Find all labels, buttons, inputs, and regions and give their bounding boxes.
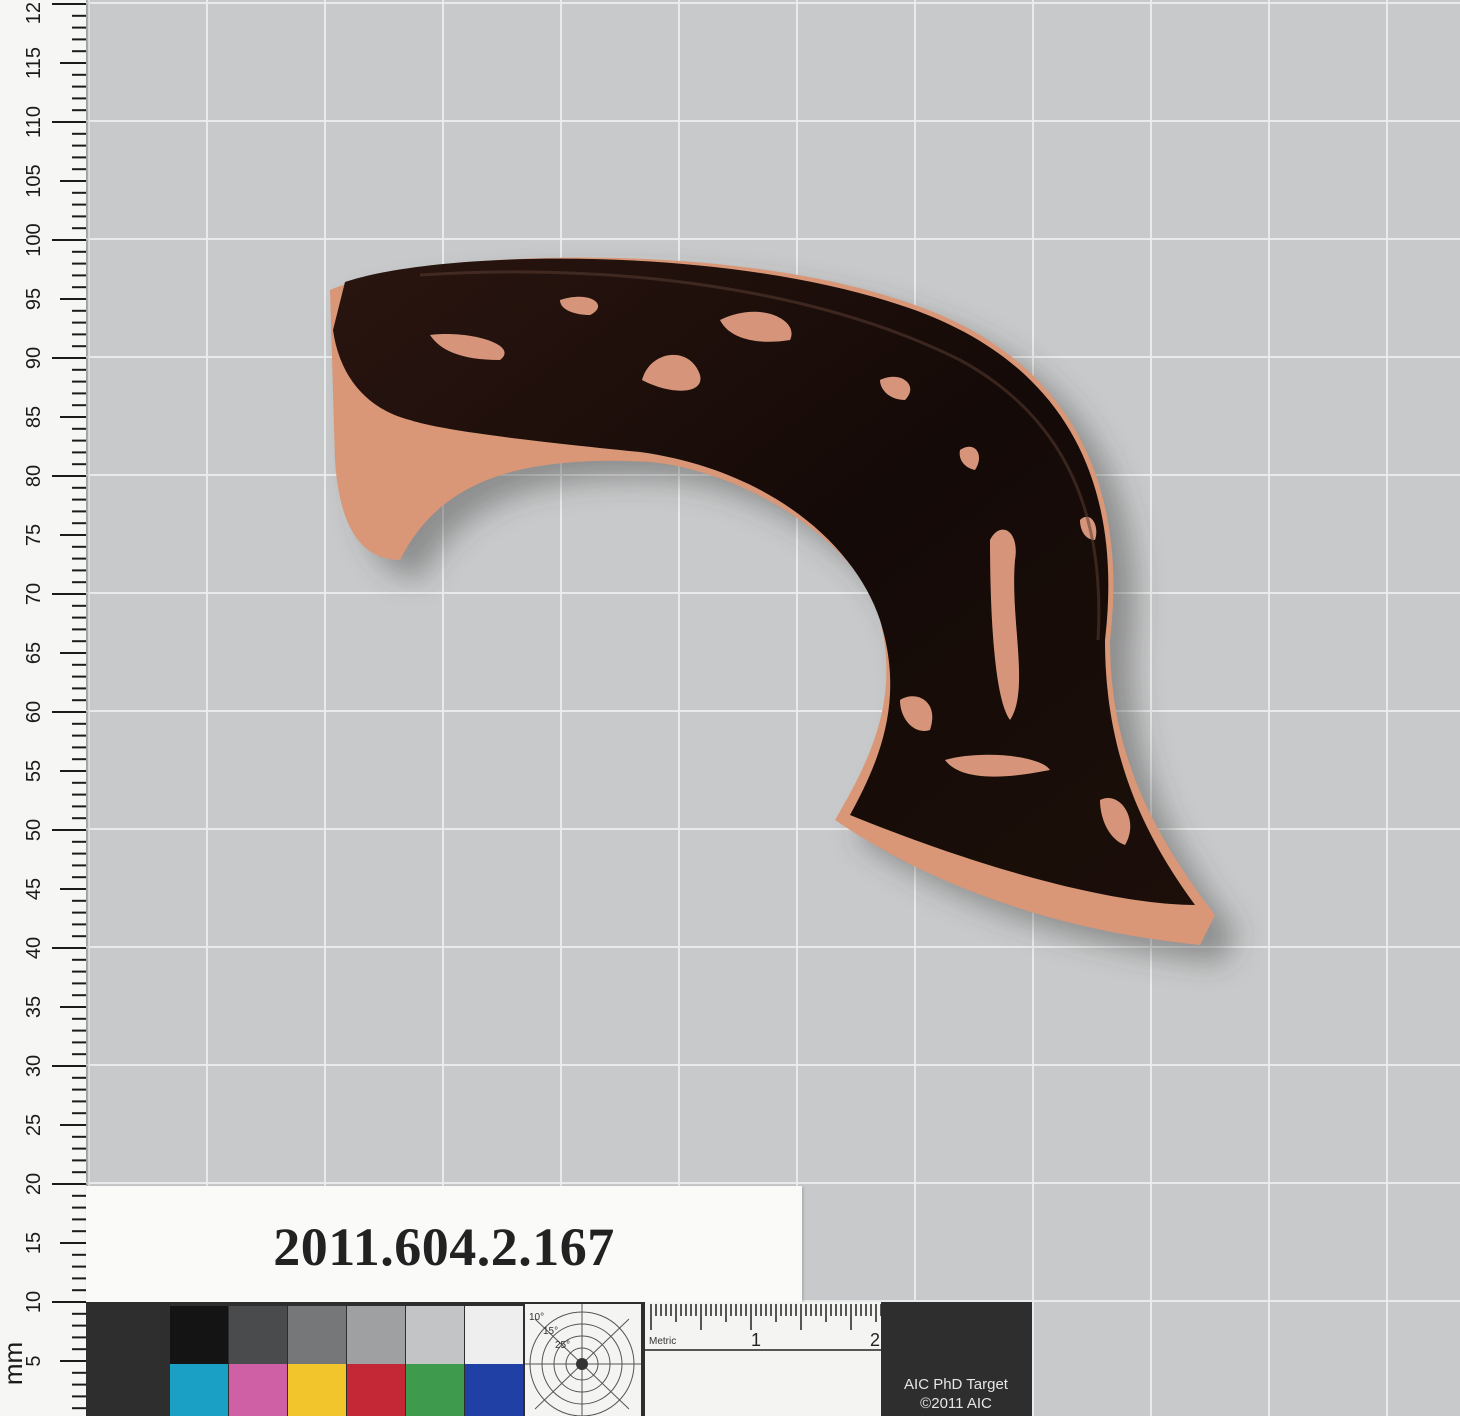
color-swatch (288, 1364, 346, 1416)
metric-scale-label: Metric (649, 1336, 676, 1347)
target-title: AIC PhD Target (904, 1376, 1008, 1393)
metric-number-1: 1 (751, 1330, 761, 1350)
gray-swatch (170, 1306, 228, 1364)
color-swatch (229, 1364, 287, 1416)
focus-target: 10° 15° 25° (525, 1304, 641, 1416)
color-swatch (347, 1364, 405, 1416)
gray-swatch (288, 1306, 346, 1364)
metric-scale: Metric 1 2 (645, 1302, 882, 1416)
angle-label: 10° (529, 1312, 544, 1323)
color-swatch (465, 1364, 523, 1416)
angle-label: 25° (555, 1340, 570, 1351)
color-swatch (170, 1364, 228, 1416)
photo-stage: 115 110 105 100 95 90 85 80 75 70 65 60 55 50 45 40 35 30… (0, 0, 1460, 1416)
focus-target-center (576, 1358, 588, 1370)
angle-label: 15° (543, 1326, 558, 1337)
accession-label-card: 2011.604.2.167 (86, 1186, 802, 1304)
color-swatch (406, 1364, 464, 1416)
metric-number-2: 2 (870, 1330, 880, 1350)
accession-number: 2011.604.2.167 (273, 1217, 615, 1277)
gray-swatch (347, 1306, 405, 1364)
gray-swatch (465, 1306, 523, 1364)
target-copyright: ©2011 AIC (920, 1395, 992, 1412)
gray-swatch (406, 1306, 464, 1364)
gray-swatch (229, 1306, 287, 1364)
